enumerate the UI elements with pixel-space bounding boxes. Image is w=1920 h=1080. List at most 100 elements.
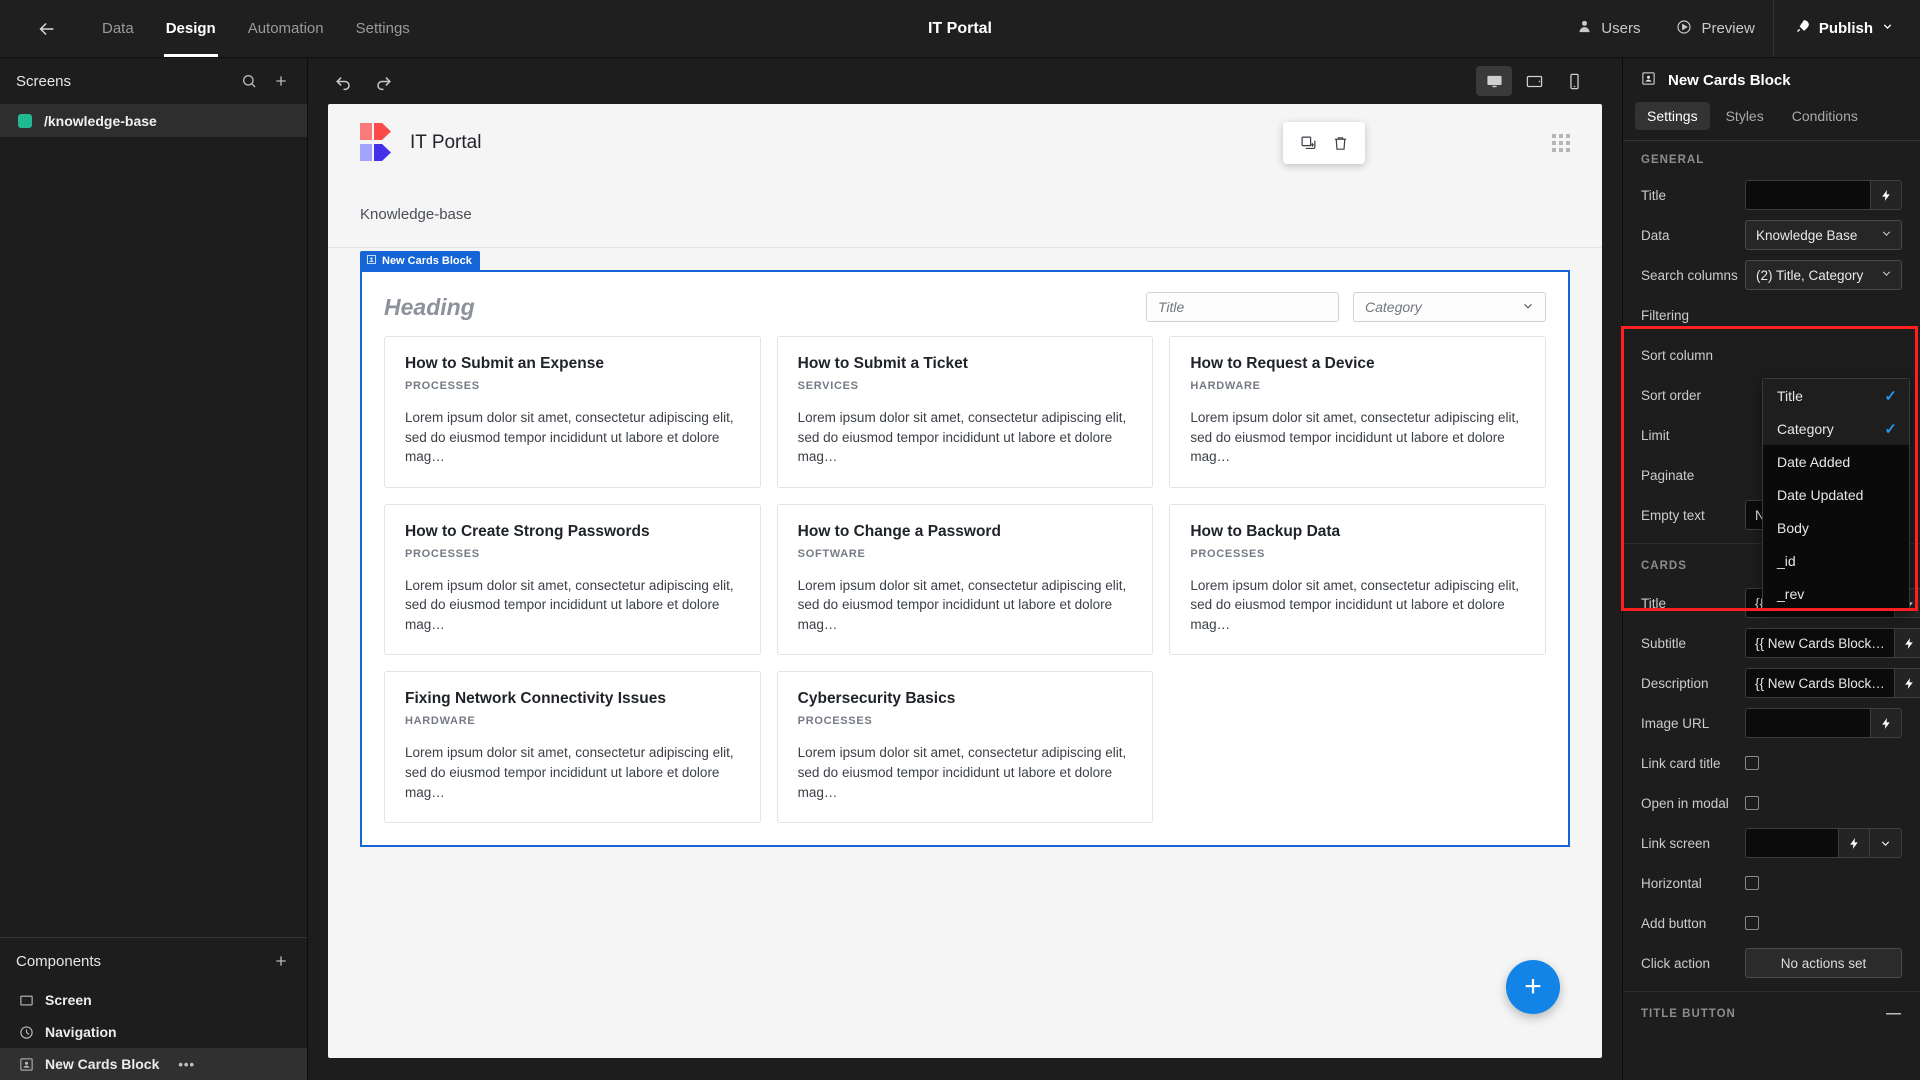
publish-label: Publish: [1818, 20, 1873, 37]
add-button-checkbox[interactable]: [1745, 916, 1759, 930]
title-input[interactable]: [1745, 180, 1870, 210]
card-subtitle-input[interactable]: {{ New Cards Block…: [1745, 628, 1894, 658]
empty-text-label: Empty text: [1641, 507, 1705, 523]
screens-title: Screens: [16, 72, 72, 90]
screens-empty-space: [0, 137, 307, 937]
card-category: PROCESSES: [797, 715, 873, 728]
card-description: Lorem ipsum dolor sit amet, consectetur …: [797, 577, 1127, 632]
collapse-icon[interactable]: —: [1886, 1005, 1902, 1022]
dropdown-option-date-added[interactable]: Date Added: [1763, 445, 1909, 478]
canvas-area: IT Portal Knowledge-base New Cards Block…: [308, 58, 1622, 1080]
dropdown-option-label: Date Added: [1777, 453, 1851, 470]
binding-bolt-icon[interactable]: [1870, 708, 1902, 738]
card-description: Lorem ipsum dolor sit amet, consectetur …: [405, 745, 734, 800]
cards-block-header: Heading Title Category: [362, 272, 1568, 336]
search-icon[interactable]: [241, 73, 257, 89]
click-action-button[interactable]: No actions set: [1745, 948, 1902, 978]
tab-settings[interactable]: Settings: [1635, 102, 1710, 130]
back-button[interactable]: [30, 12, 64, 46]
data-select[interactable]: Knowledge Base: [1745, 220, 1902, 250]
users-button[interactable]: Users: [1559, 0, 1658, 57]
card-subtitle-label: Subtitle: [1641, 635, 1687, 651]
dropdown-option-id[interactable]: _id: [1763, 544, 1909, 577]
tab-automation[interactable]: Automation: [232, 0, 340, 57]
cards-block-icon: [18, 1056, 34, 1072]
data-label: Data: [1641, 227, 1670, 243]
dropdown-option-label: Body: [1777, 519, 1809, 536]
preview-label: Preview: [1701, 20, 1755, 37]
link-card-title-checkbox[interactable]: [1745, 756, 1759, 770]
search-columns-select[interactable]: (2) Title, Category: [1745, 260, 1902, 290]
card-item[interactable]: How to Submit an Expense PROCESSES Lorem…: [384, 336, 761, 488]
navigation-icon: [18, 1024, 34, 1040]
undo-icon[interactable]: [330, 68, 356, 94]
dropdown-option-title[interactable]: Title ✓: [1763, 379, 1909, 412]
image-url-label: Image URL: [1641, 715, 1710, 731]
component-item-screen[interactable]: Screen: [0, 984, 307, 1016]
card-item[interactable]: How to Submit a Ticket SERVICES Lorem ip…: [776, 336, 1154, 488]
tab-settings[interactable]: Settings: [340, 0, 426, 57]
card-title-label: Title: [1641, 595, 1667, 611]
card-item[interactable]: Cybersecurity Basics PROCESSES Lorem ips…: [776, 671, 1154, 824]
tab-design[interactable]: Design: [150, 0, 232, 57]
card-item[interactable]: How to Create Strong Passwords PROCESSES…: [384, 503, 761, 656]
row-search-columns: Search columns (2) Title, Category: [1623, 255, 1920, 295]
component-item-new-cards-block[interactable]: New Cards Block •••: [0, 1048, 307, 1080]
mobile-icon[interactable]: [1556, 66, 1592, 96]
chevron-down-icon: [1881, 20, 1894, 37]
category-select[interactable]: Category: [1353, 292, 1546, 322]
card-description: Lorem ipsum dolor sit amet, consectetur …: [1190, 410, 1519, 465]
card-category: SERVICES: [797, 380, 859, 392]
component-item-navigation[interactable]: Navigation: [0, 1016, 307, 1048]
sort-order-label: Sort order: [1641, 387, 1702, 403]
image-url-input[interactable]: [1745, 708, 1870, 738]
add-component-icon[interactable]: [273, 953, 289, 969]
duplicate-icon[interactable]: [1295, 130, 1321, 156]
card-category: HARDWARE: [405, 715, 476, 728]
dropdown-option-rev[interactable]: _rev: [1763, 577, 1909, 610]
binding-bolt-icon[interactable]: [1893, 628, 1920, 658]
card-item[interactable]: Fixing Network Connectivity Issues HARDW…: [384, 671, 761, 824]
screen-item-knowledge-base[interactable]: /knowledge-base: [0, 104, 307, 137]
tab-data[interactable]: Data: [86, 0, 150, 57]
app-preview: IT Portal Knowledge-base New Cards Block…: [328, 104, 1602, 1058]
add-record-button[interactable]: +: [1506, 960, 1560, 1014]
trash-icon[interactable]: [1327, 130, 1353, 156]
card-category: SOFTWARE: [797, 547, 866, 560]
card-description-label: Description: [1641, 675, 1709, 691]
search-input[interactable]: Title: [1146, 292, 1339, 322]
dropdown-option-body[interactable]: Body: [1763, 511, 1909, 544]
preview-button[interactable]: Preview: [1658, 0, 1772, 57]
binding-bolt-icon[interactable]: [1870, 180, 1902, 210]
link-screen-input[interactable]: [1745, 828, 1838, 858]
publish-button[interactable]: Publish: [1774, 0, 1920, 57]
binding-bolt-icon[interactable]: [1893, 668, 1920, 698]
card-item[interactable]: How to Backup Data PROCESSES Lorem ipsum…: [1169, 503, 1546, 656]
dropdown-option-date-updated[interactable]: Date Updated: [1763, 478, 1909, 511]
card-item[interactable]: How to Request a Device HARDWARE Lorem i…: [1169, 336, 1546, 488]
component-menu-icon[interactable]: •••: [178, 1057, 195, 1072]
cards-block-icon: [366, 254, 377, 268]
card-description-input[interactable]: {{ New Cards Block…: [1745, 668, 1894, 698]
desktop-icon[interactable]: [1476, 66, 1512, 96]
card-title: How to Change a Password: [797, 522, 1001, 540]
grid-menu-icon[interactable]: [1552, 134, 1570, 152]
binding-bolt-icon[interactable]: [1838, 828, 1870, 858]
preview-brand-title: IT Portal: [410, 132, 482, 153]
tablet-icon[interactable]: [1516, 66, 1552, 96]
chevron-down-icon[interactable]: [1870, 828, 1902, 858]
dropdown-option-category[interactable]: Category ✓: [1763, 412, 1909, 445]
cards-block[interactable]: New Cards Block Heading Title Category H…: [360, 251, 1570, 848]
tab-conditions[interactable]: Conditions: [1780, 102, 1870, 130]
redo-icon[interactable]: [370, 68, 396, 94]
add-screen-icon[interactable]: [273, 73, 289, 89]
horizontal-checkbox[interactable]: [1745, 876, 1759, 890]
open-in-modal-checkbox[interactable]: [1745, 796, 1759, 810]
card-item[interactable]: How to Change a Password SOFTWARE Lorem …: [776, 503, 1154, 656]
search-columns-dropdown[interactable]: Title ✓ Category ✓ Date Added Date Updat…: [1762, 378, 1910, 611]
tab-styles[interactable]: Styles: [1714, 102, 1776, 130]
screen-status-dot: [18, 113, 32, 128]
limit-label: Limit: [1641, 427, 1670, 443]
card-description: Lorem ipsum dolor sit amet, consectetur …: [1190, 577, 1519, 632]
top-bar: Data Design Automation Settings IT Porta…: [0, 0, 1920, 58]
